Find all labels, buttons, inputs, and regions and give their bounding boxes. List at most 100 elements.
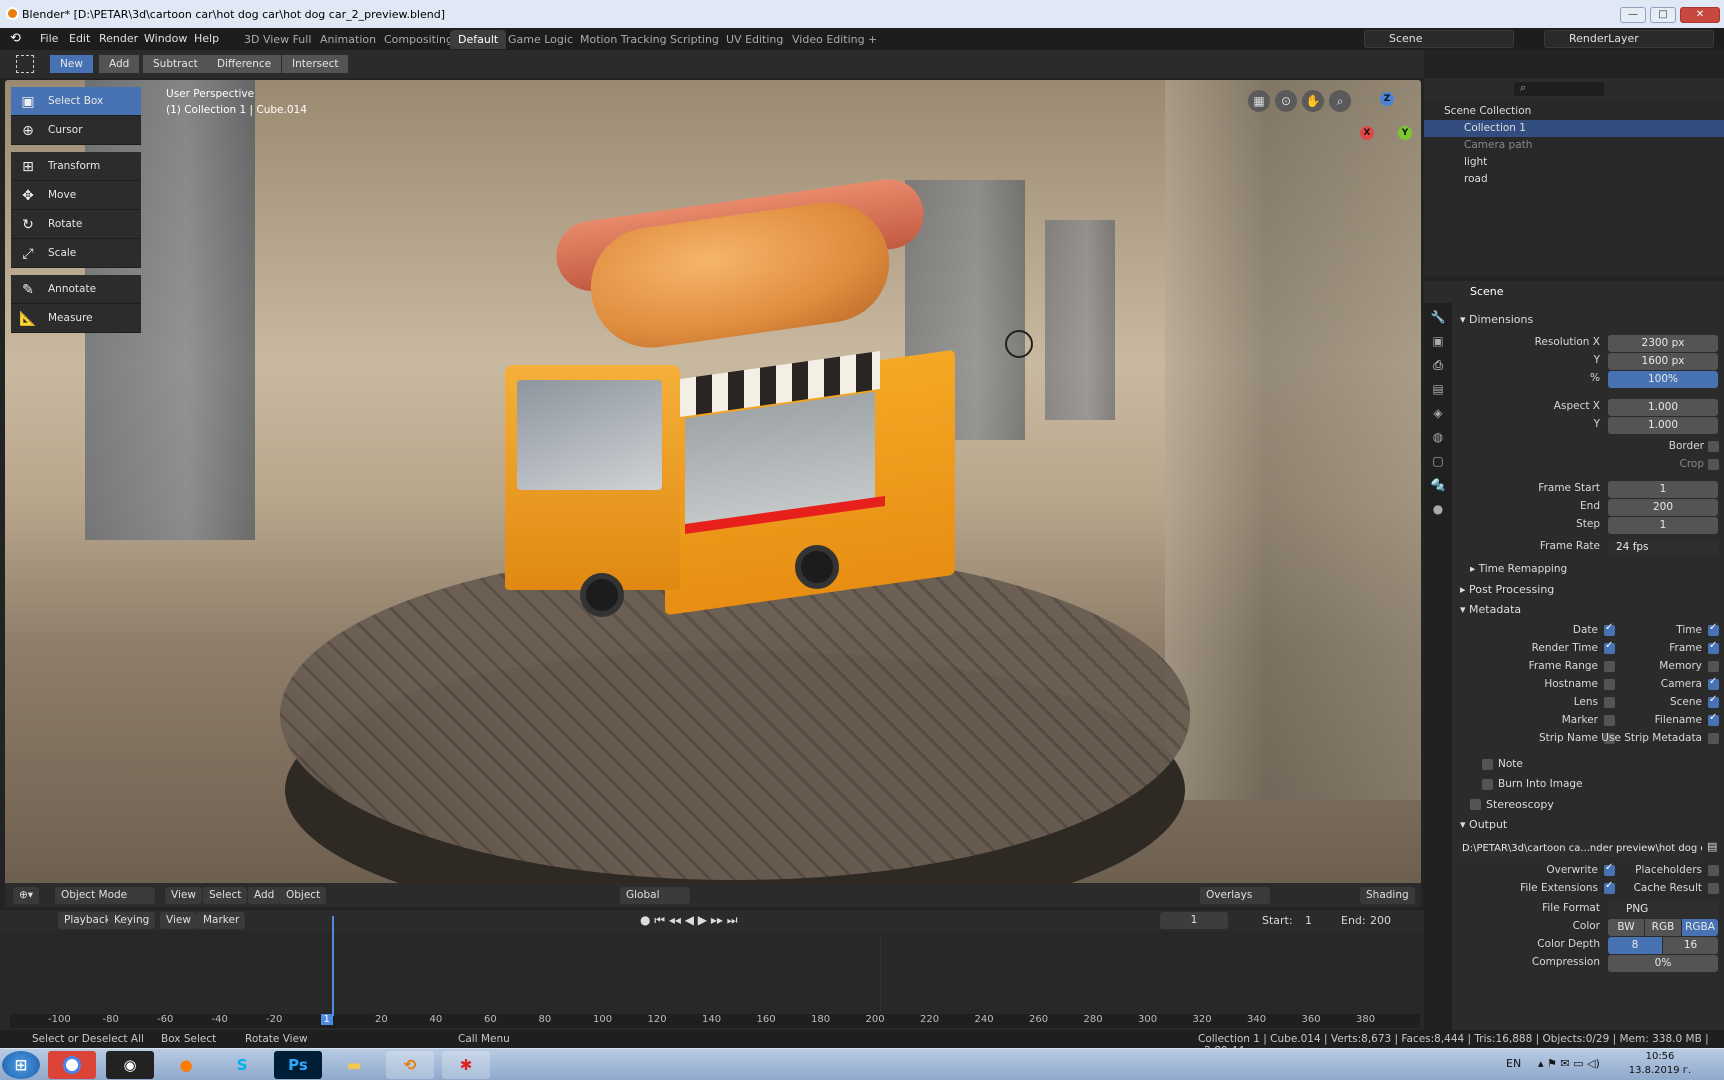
output-path-input[interactable]: D:\PETAR\3d\cartoon ca...nder preview\ho… <box>1458 840 1702 857</box>
blender-menu-icon[interactable]: ⟲ <box>10 31 21 46</box>
gizmo-y-axis[interactable]: Y <box>1398 126 1412 140</box>
stereoscopy-checkbox[interactable] <box>1470 799 1481 810</box>
tab-game-logic[interactable]: Game Logic <box>500 30 581 49</box>
tool-cursor[interactable]: ⊕ Cursor <box>11 116 141 145</box>
marker-menu[interactable]: Marker <box>197 912 246 929</box>
depth-16-button[interactable]: 16 <box>1663 937 1718 954</box>
compression-field[interactable]: 0% <box>1608 955 1718 972</box>
pan-hand-icon[interactable]: ✋ <box>1302 90 1324 112</box>
frame-end-field[interactable]: 200 <box>1608 499 1718 516</box>
menu-help[interactable]: Help <box>188 31 225 47</box>
outliner-road[interactable]: road <box>1424 171 1724 188</box>
toggle-camera-icon[interactable]: ⊙ <box>1275 90 1297 112</box>
folder-icon[interactable]: ▬ <box>330 1051 378 1079</box>
splat-icon[interactable]: ✱ <box>442 1051 490 1079</box>
outliner-light[interactable]: light <box>1424 154 1724 171</box>
timeline-editor[interactable]: Playback Keying View Marker ● ⏮ ◂◂ ◀ ▶ ▸… <box>0 910 1424 1031</box>
keying-menu[interactable]: Keying <box>108 912 156 929</box>
depth-8-button[interactable]: 8 <box>1608 937 1662 954</box>
gizmo-z-axis[interactable]: Z <box>1380 92 1394 106</box>
firefox-icon[interactable]: ● <box>162 1051 210 1079</box>
menu-render[interactable]: Render <box>93 31 144 47</box>
3d-viewport[interactable] <box>5 80 1421 890</box>
metadata-panel-header[interactable]: ▾ Metadata <box>1460 600 1720 619</box>
folder-icon[interactable]: ▤ <box>1707 840 1717 853</box>
mode-new-button[interactable]: New <box>50 55 93 73</box>
tab-3d-view-full[interactable]: 3D View Full <box>236 30 319 49</box>
note-checkbox[interactable] <box>1482 759 1493 770</box>
tab-animation[interactable]: Animation <box>312 30 384 49</box>
menu-window[interactable]: Window <box>138 31 193 47</box>
start-frame-field[interactable]: 1 <box>1305 914 1312 927</box>
app-icon[interactable]: ◉ <box>106 1051 154 1079</box>
meta-time-checkbox[interactable] <box>1708 622 1719 636</box>
frame-rate-dropdown[interactable]: 24 fps <box>1608 539 1718 556</box>
note-subpanel[interactable]: Note <box>1498 755 1724 774</box>
editor-type-icon[interactable]: ⊕▾ <box>13 887 40 904</box>
scene-selector[interactable]: Scene <box>1364 30 1514 48</box>
orientation-dropdown[interactable]: Global <box>620 887 690 904</box>
tray-icons[interactable]: ▴ ⚑ ✉ ▭ ◁) <box>1538 1057 1600 1070</box>
outliner-camera-path[interactable]: Camera path <box>1424 137 1724 154</box>
border-checkbox[interactable] <box>1708 441 1719 452</box>
menu-view[interactable]: View <box>165 887 202 904</box>
meta-filename-checkbox[interactable] <box>1708 712 1719 726</box>
resolution-x-field[interactable]: 2300 px <box>1608 335 1718 352</box>
playhead[interactable] <box>332 916 334 1016</box>
tool-measure[interactable]: 📐 Measure <box>11 304 141 333</box>
color-rgba-button[interactable]: RGBA <box>1682 919 1718 936</box>
meta-camera-checkbox[interactable] <box>1708 676 1719 690</box>
light-object-icon[interactable] <box>1005 330 1033 358</box>
end-frame-field[interactable]: 200 <box>1370 914 1391 927</box>
tool-scale[interactable]: ⤢ Scale <box>11 239 141 268</box>
file-format-dropdown[interactable]: PNG <box>1608 901 1718 918</box>
crop-checkbox[interactable] <box>1708 459 1719 470</box>
frame-start-field[interactable]: 1 <box>1608 481 1718 498</box>
maximize-button[interactable]: □ <box>1650 7 1676 23</box>
skype-icon[interactable]: S <box>218 1051 266 1079</box>
current-frame-field[interactable]: 1 <box>1160 912 1228 929</box>
menu-select[interactable]: Select <box>203 887 248 904</box>
placeholders-checkbox[interactable] <box>1708 865 1719 876</box>
object-mode-dropdown[interactable]: Object Mode <box>55 887 155 904</box>
timeline-ruler[interactable]: -100 -80 -60 -40 -20 1 20 40 60 80 100 120 140 160 180… <box>10 1014 1420 1028</box>
meta-use-strip-checkbox[interactable] <box>1708 733 1719 744</box>
color-bw-button[interactable]: BW <box>1608 919 1644 936</box>
language-indicator[interactable]: EN <box>1506 1057 1521 1070</box>
photoshop-icon[interactable]: Ps <box>274 1051 322 1079</box>
overlays-dropdown[interactable]: Overlays <box>1200 887 1270 904</box>
aspect-y-field[interactable]: 1.000 <box>1608 417 1718 434</box>
tool-select-box[interactable]: ▣ Select Box <box>11 87 141 116</box>
menu-add[interactable]: Add <box>248 887 281 904</box>
outliner-collection-1[interactable]: Collection 1 <box>1424 120 1724 137</box>
render-layer-selector[interactable]: RenderLayer <box>1544 30 1714 48</box>
mode-intersect-button[interactable]: Intersect <box>282 55 349 73</box>
outliner-search-input[interactable] <box>1514 82 1604 96</box>
time-remapping-subpanel[interactable]: ▸ Time Remapping <box>1470 560 1724 579</box>
menu-object[interactable]: Object <box>280 887 327 904</box>
zoom-icon[interactable]: ⌕ <box>1329 90 1351 112</box>
mode-add-button[interactable]: Add <box>99 55 140 73</box>
shading-dropdown[interactable]: Shading <box>1360 887 1415 904</box>
outliner-scene-collection[interactable]: Scene Collection <box>1424 103 1724 120</box>
burn-checkbox[interactable] <box>1482 779 1493 790</box>
tab-uv-editing[interactable]: UV Editing <box>718 30 791 49</box>
tab-motion-tracking[interactable]: Motion Tracking <box>572 30 675 49</box>
burn-into-image-subpanel[interactable]: Burn Into Image <box>1498 775 1724 794</box>
minimize-button[interactable]: — <box>1620 7 1646 23</box>
tab-default[interactable]: Default <box>450 30 507 49</box>
tool-transform[interactable]: ⊞ Transform <box>11 152 141 181</box>
cache-result-checkbox[interactable] <box>1708 883 1719 894</box>
select-box-icon[interactable] <box>16 55 34 73</box>
frame-step-field[interactable]: 1 <box>1608 517 1718 534</box>
aspect-x-field[interactable]: 1.000 <box>1608 399 1718 416</box>
mode-difference-button[interactable]: Difference <box>207 55 282 73</box>
output-panel-header[interactable]: ▾ Output <box>1460 815 1720 834</box>
gizmo-x-axis[interactable]: X <box>1360 126 1374 140</box>
tool-annotate[interactable]: ✎ Annotate <box>11 275 141 304</box>
tool-move[interactable]: ✥ Move <box>11 181 141 210</box>
mode-subtract-button[interactable]: Subtract <box>143 55 208 73</box>
menu-edit[interactable]: Edit <box>63 31 96 47</box>
camera-view-icon[interactable]: ▦ <box>1248 90 1270 112</box>
tab-compositing[interactable]: Compositing <box>376 30 461 49</box>
